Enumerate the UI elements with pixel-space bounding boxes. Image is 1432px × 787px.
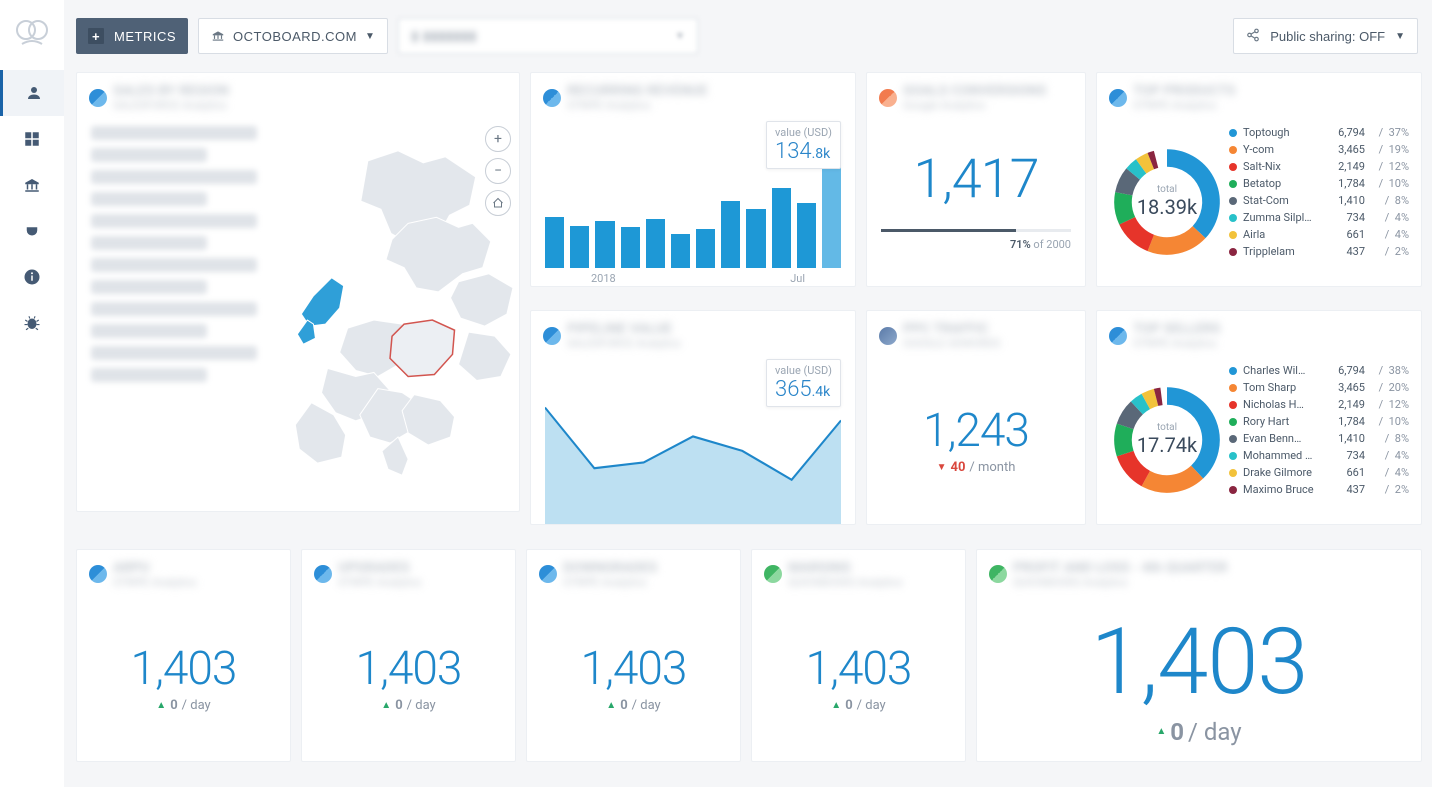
area-chart (545, 396, 841, 525)
goal-progress-bar (881, 229, 1071, 232)
legend-item: Mohammed … 734 / 4% (1229, 449, 1409, 462)
legend-item: Salt-Nix 2,149 / 12% (1229, 160, 1409, 173)
widget-top-products[interactable]: TOP PRODUCTS STRIPE Analytics total18.39… (1096, 72, 1422, 287)
arrow-up-icon: ▲ (1156, 726, 1166, 737)
goal-value: 1,417 (867, 148, 1085, 211)
legend-item: Maximo Bruce 437 / 2% (1229, 483, 1409, 496)
widget-title: TOP SELLERS (1133, 321, 1220, 337)
legend-item: Tom Sharp 3,465 / 20% (1229, 381, 1409, 394)
widget-profit-and-loss[interactable]: PROFIT AND LOSS - 4th QUARTERQUICKBOOKS … (976, 549, 1422, 762)
nav-plug-icon[interactable] (0, 208, 64, 254)
legend-item: Betatop 1,784 / 10% (1229, 177, 1409, 190)
widget-subtitle: STRIPE Analytics (1133, 337, 1220, 350)
chevron-down-icon: ▼ (1395, 31, 1405, 42)
legend-item: Evan Benn… 1,410 / 8% (1229, 432, 1409, 445)
source-icon (1109, 89, 1127, 107)
bar-chart (531, 158, 855, 268)
map-zoom-in-button[interactable]: + (485, 126, 511, 152)
legend-item: Rory Hart 1,784 / 10% (1229, 415, 1409, 428)
domain-selector[interactable]: OCTOBOARD.COM ▼ (198, 18, 388, 54)
source-icon (879, 327, 897, 345)
dashboard-grid: SALES BY REGION SALESFORCE Analytics (64, 60, 1432, 787)
map-zoom-out-button[interactable]: − (485, 158, 511, 184)
legend-item: Tripplelam 437 / 2% (1229, 245, 1409, 258)
widget-subtitle: GOOGLE ADWORDS (903, 337, 1000, 350)
donut-chart: total18.39k (1107, 118, 1227, 285)
source-icon (879, 89, 897, 107)
widget-title: RECURRING REVENUE (567, 83, 708, 99)
widget-sales-by-region[interactable]: SALES BY REGION SALESFORCE Analytics (76, 72, 520, 512)
legend-item: Charles Wil… 6,794 / 38% (1229, 364, 1409, 377)
arrow-up-icon: ▲ (156, 700, 166, 711)
source-icon (764, 565, 782, 583)
public-sharing-toggle[interactable]: Public sharing: OFF ▼ (1233, 18, 1418, 54)
legend-item: Nicholas H… 2,149 / 12% (1229, 398, 1409, 411)
source-icon (543, 89, 561, 107)
bank-icon (211, 29, 225, 43)
legend-item: Y-com 3,465 / 19% (1229, 143, 1409, 156)
legend-item: Stat-Com 1,410 / 8% (1229, 194, 1409, 207)
widget-margins[interactable]: MARGINSQUICKBOOKS Analytics 1,403▲0 / da… (751, 549, 966, 762)
left-rail (0, 0, 64, 787)
donut-chart: total17.74k (1107, 356, 1227, 523)
source-icon (989, 565, 1007, 583)
europe-map (257, 118, 519, 506)
widget-subtitle: Google Analytics (903, 99, 1046, 112)
map-region-list (77, 118, 257, 506)
chevron-down-icon: ▼ (365, 31, 375, 42)
widget-title: PIPELINE VALUE (567, 321, 681, 337)
arrow-down-icon: ▼ (937, 462, 947, 473)
arrow-up-icon: ▲ (381, 700, 391, 711)
legend-item: Toptough 6,794 / 37% (1229, 126, 1409, 139)
widget-subtitle: STRIPE Analytics (1133, 99, 1235, 112)
arrow-up-icon: ▲ (606, 700, 616, 711)
nav-info-icon[interactable] (0, 254, 64, 300)
widget-title: SALES BY REGION (113, 83, 229, 99)
plus-icon: + (88, 28, 104, 44)
widget-upgrades[interactable]: UPGRADESSTRIPE Analytics 1,403▲0 / day (301, 549, 516, 762)
add-metrics-button[interactable]: + METRICS (76, 18, 188, 54)
widget-recurring-revenue[interactable]: RECURRING REVENUE STRIPE Analytics value… (530, 72, 856, 287)
widget-downgrades[interactable]: DOWNGRADESSTRIPE Analytics 1,403▲0 / day (526, 549, 741, 762)
map-home-button[interactable] (485, 190, 511, 216)
report-selector[interactable]: ▮ ▮▮▮▮▮▮▮ ▼ (398, 18, 698, 54)
nav-account-icon[interactable] (0, 70, 64, 116)
widget-ppc-traffic[interactable]: PPC TRAFFIC GOOGLE ADWORDS 1,243 ▼40 / m… (866, 310, 1086, 525)
source-icon (543, 327, 561, 345)
goal-progress-label: 71% of 2000 (867, 238, 1085, 251)
source-icon (89, 89, 107, 107)
widget-top-sellers[interactable]: TOP SELLERS STRIPE Analytics total17.74k… (1096, 310, 1422, 525)
ppc-value: 1,243 (923, 404, 1029, 458)
widget-goals-conversions[interactable]: GOALS CONVERSIONS Google Analytics 1,417… (866, 72, 1086, 287)
app-logo-icon (12, 10, 52, 50)
source-icon (89, 565, 107, 583)
legend-item: Drake Gilmore 661 / 4% (1229, 466, 1409, 479)
chevron-down-icon: ▼ (675, 31, 685, 42)
widget-title: TOP PRODUCTS (1133, 83, 1235, 99)
widget-pipeline-value[interactable]: PIPELINE VALUE SALESFORCE Analytics valu… (530, 310, 856, 525)
widget-arpu[interactable]: ARPUSTRIPE Analytics 1,403▲0 / day (76, 549, 291, 762)
donut-legend: Toptough 6,794 / 37% Y-com 3,465 / 19% S… (1227, 118, 1411, 285)
bar-chart-tooltip: value (USD) 134.8k (766, 121, 841, 169)
nav-bank-icon[interactable] (0, 162, 64, 208)
legend-item: Zumma Silpl… 734 / 4% (1229, 211, 1409, 224)
legend-item: Airla 661 / 4% (1229, 228, 1409, 241)
donut-legend: Charles Wil… 6,794 / 38% Tom Sharp 3,465… (1227, 356, 1411, 523)
arrow-up-icon: ▲ (831, 700, 841, 711)
source-icon (1109, 327, 1127, 345)
nav-bug-icon[interactable] (0, 300, 64, 346)
widget-subtitle: STRIPE Analytics (567, 99, 708, 112)
widget-title: GOALS CONVERSIONS (903, 83, 1046, 99)
widget-subtitle: SALESFORCE Analytics (567, 337, 681, 350)
widget-subtitle: SALESFORCE Analytics (113, 99, 229, 112)
share-icon (1246, 28, 1260, 45)
toolbar: + METRICS OCTOBOARD.COM ▼ ▮ ▮▮▮▮▮▮▮ ▼ Pu… (64, 0, 1432, 60)
widget-title: PPC TRAFFIC (903, 321, 1000, 337)
source-icon (539, 565, 557, 583)
source-icon (314, 565, 332, 583)
nav-dashboard-icon[interactable] (0, 116, 64, 162)
